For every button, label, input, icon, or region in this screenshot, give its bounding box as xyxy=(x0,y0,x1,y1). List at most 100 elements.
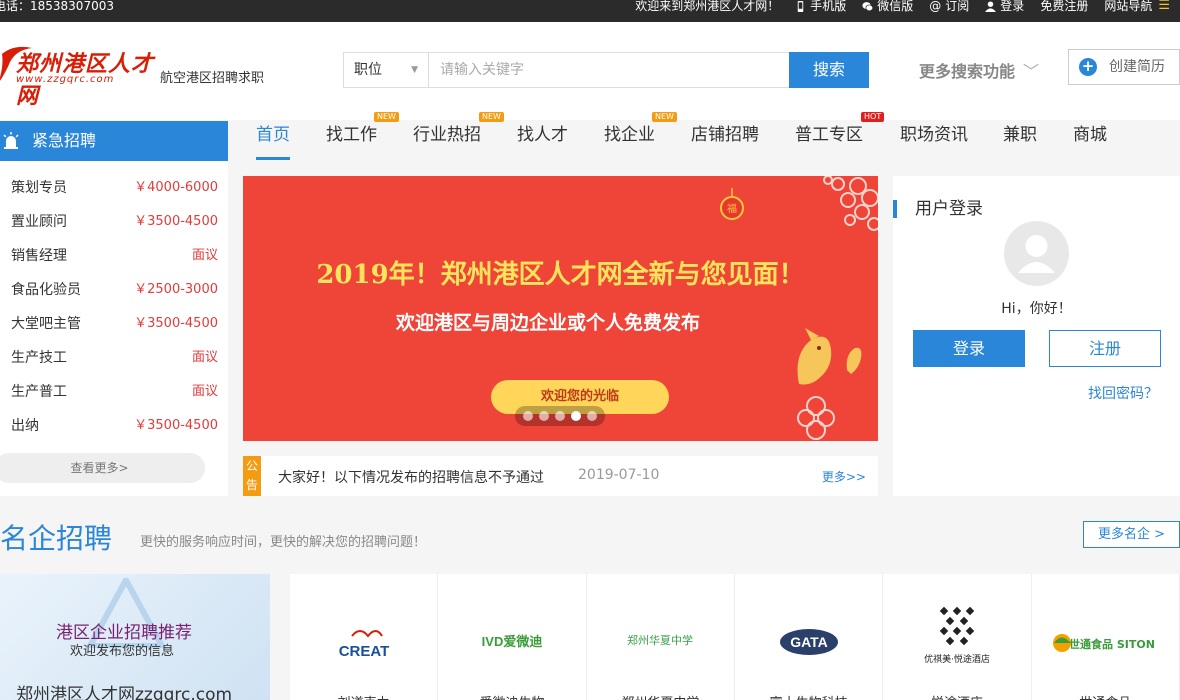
list-item[interactable]: 策划专员 ￥4000-6000 xyxy=(0,171,228,205)
list-item[interactable]: 销售经理 面议 xyxy=(0,239,228,273)
register-link[interactable]: 免费注册 xyxy=(1040,0,1088,12)
svg-text:IVD爱微迪: IVD爱微迪 xyxy=(482,634,543,649)
company-card[interactable]: 世通食品 SITON 世通食品 xyxy=(1032,574,1180,700)
banner-title: 2019年！郑州港区人才网全新与您见面！ xyxy=(316,260,805,290)
carousel-dot-active[interactable] xyxy=(571,411,581,421)
job-salary: 面议 xyxy=(191,248,218,263)
list-item[interactable]: 食品化验员 ￥2500-3000 xyxy=(0,273,228,307)
logo-url: www.zzgqrc.com xyxy=(16,74,115,85)
plus-icon: + xyxy=(1079,58,1097,76)
notice-more-link[interactable]: 更多>> xyxy=(822,468,866,485)
job-title: 生产技工 xyxy=(11,350,67,366)
forgot-password-link[interactable]: 找回密码？ xyxy=(1088,383,1158,403)
nav-label: 找工作 xyxy=(326,125,377,145)
company-logo: 郑州华夏中学 xyxy=(587,626,734,660)
hotline-text: 电话：18538307003 xyxy=(0,0,114,13)
register-button[interactable]: 注册 xyxy=(1049,330,1161,367)
slogan: 航空港区招聘求职 xyxy=(160,71,265,86)
siton-logo: 世通食品 SITON xyxy=(1053,634,1155,652)
company-name: 郑州华夏中学 xyxy=(587,692,734,700)
list-item[interactable]: 生产技工 面议 xyxy=(0,341,228,375)
job-salary: ￥4000-6000 xyxy=(134,180,218,195)
more-search-toggle[interactable]: 更多搜索功能 ﹀ xyxy=(919,58,1039,82)
hot-badge: HOT xyxy=(861,112,885,122)
company-card[interactable]: CREAT 刘道克力 xyxy=(290,574,439,700)
job-salary: 面议 xyxy=(191,350,218,365)
list-item[interactable]: 生产普工 面议 xyxy=(0,375,228,409)
create-resume-label: 创建简历 xyxy=(1109,59,1165,75)
notice-message[interactable]: 大家好！以下情况发布的招聘信息不予通过 xyxy=(278,467,544,487)
job-title: 大堂吧主管 xyxy=(11,316,81,332)
caret-down-icon: ▼ xyxy=(411,65,418,75)
nav-item-find-company[interactable]: 找企业 NEW xyxy=(604,112,677,160)
knot-ornament xyxy=(797,396,835,440)
nav-item-career-news[interactable]: 职场资讯 xyxy=(900,120,968,160)
carousel-dot[interactable] xyxy=(539,411,549,421)
site-logo[interactable]: 郑州港区人才网 www.zzgqrc.com xyxy=(0,46,160,109)
list-item[interactable]: 大堂吧主管 ￥3500-4500 xyxy=(0,307,228,341)
search-input[interactable] xyxy=(430,53,790,87)
carousel-dot[interactable] xyxy=(587,411,597,421)
list-item[interactable]: 置业顾问 ￥3500-4500 xyxy=(0,205,228,239)
new-badge: NEW xyxy=(479,112,504,122)
more-companies-button[interactable]: 更多名企 > xyxy=(1083,521,1180,548)
at-icon: @ xyxy=(929,0,942,13)
promo-line-3: 郑州港区人才网zzgqrc.com xyxy=(16,685,233,700)
job-title: 策划专员 xyxy=(11,180,67,196)
login-label: 登录 xyxy=(1000,0,1025,13)
lantern-icon: 福 xyxy=(720,188,744,220)
nav-item-part-time[interactable]: 兼职 xyxy=(1003,120,1037,160)
promo-card[interactable]: 港区企业招聘推荐 欢迎发布您的信息 郑州港区人才网zzgqrc.com xyxy=(0,574,270,700)
nav-item-home[interactable]: 首页 xyxy=(256,120,290,160)
company-card[interactable]: GATA 富士生物科技 xyxy=(735,574,884,700)
promo-banner[interactable]: 福 2019年！郑州港区人才网全新与您见面！ 欢迎港区与周边企业或个人免费发布 … xyxy=(243,176,878,441)
svg-text:优祺美·悦途酒店: 优祺美·悦途酒店 xyxy=(924,653,990,665)
search-box: 职位 ▼ 搜索 xyxy=(343,52,869,88)
nav-item-find-talent[interactable]: 找人才 xyxy=(517,120,568,160)
company-name: 富士生物科技 xyxy=(735,692,882,700)
nav-label: 首页 xyxy=(256,125,290,145)
site-nav-link[interactable]: 网站导航 ☰ xyxy=(1104,0,1170,12)
svg-text:郑州华夏中学: 郑州华夏中学 xyxy=(627,633,693,647)
subscribe-link[interactable]: @ 订阅 xyxy=(929,0,969,12)
nav-label: 普工专区 xyxy=(795,125,863,145)
ivd-logo: IVD爱微迪 xyxy=(482,634,543,649)
company-name: 世通食品 xyxy=(1032,692,1179,700)
mobile-link[interactable]: 手机版 xyxy=(795,0,846,12)
creat-logo: CREAT xyxy=(338,630,389,660)
carousel-dot[interactable] xyxy=(555,411,565,421)
nav-item-shop-hiring[interactable]: 店铺招聘 xyxy=(691,120,759,160)
job-salary: 面议 xyxy=(191,384,218,399)
more-search-label: 更多搜索功能 xyxy=(919,62,1016,81)
greeting-text: Hi，你好！ xyxy=(1001,301,1072,317)
login-button[interactable]: 登录 xyxy=(913,330,1025,367)
company-name: 悦途酒店 xyxy=(883,692,1030,700)
company-card[interactable]: IVD爱微迪 爱微迪生物 xyxy=(438,574,587,700)
search-button[interactable]: 搜索 xyxy=(789,52,869,88)
view-more-button[interactable]: 查看更多> xyxy=(0,453,205,483)
new-badge: NEW xyxy=(374,112,399,122)
chevron-down-icon: ﹀ xyxy=(1023,62,1040,81)
urgent-jobs-panel: 紧急招聘 策划专员 ￥4000-6000 置业顾问 ￥3500-4500 销售经理面… xyxy=(0,121,228,496)
login-link[interactable]: 登录 xyxy=(985,0,1024,12)
famous-companies-title: 名企招聘 xyxy=(0,522,113,555)
wechat-link[interactable]: 微信版 xyxy=(862,0,913,12)
banner-subtitle: 欢迎港区与周边企业或个人免费发布 xyxy=(395,312,700,334)
nav-item-find-job[interactable]: 找工作 NEW xyxy=(326,112,399,160)
create-resume-button[interactable]: + 创建简历 xyxy=(1068,49,1180,85)
company-card[interactable]: 优祺美·悦途酒店 悦途酒店 xyxy=(883,574,1032,700)
mobile-label: 手机版 xyxy=(810,0,847,13)
nav-item-worker-zone[interactable]: 普工专区 HOT xyxy=(795,112,885,160)
search-type-select[interactable]: 职位 ▼ xyxy=(344,53,429,87)
company-logo: IVD爱微迪 xyxy=(438,626,585,660)
nav-item-mall[interactable]: 商城 xyxy=(1073,120,1107,160)
company-card[interactable]: 郑州华夏中学 郑州华夏中学 xyxy=(587,574,735,700)
wechat-icon xyxy=(862,1,874,11)
carousel-dot[interactable] xyxy=(523,411,533,421)
notice-bar: 公告 大家好！以下情况发布的招聘信息不予通过 2019-07-10 更多>> xyxy=(243,456,878,496)
list-item[interactable]: 出纳 ￥3500-4500 xyxy=(0,409,228,443)
job-salary: ￥2500-3000 xyxy=(134,282,218,297)
company-name: 爱微迪生物 xyxy=(438,692,585,700)
alarm-icon xyxy=(3,132,19,149)
nav-item-hot-industry[interactable]: 行业热招 NEW xyxy=(413,112,504,160)
